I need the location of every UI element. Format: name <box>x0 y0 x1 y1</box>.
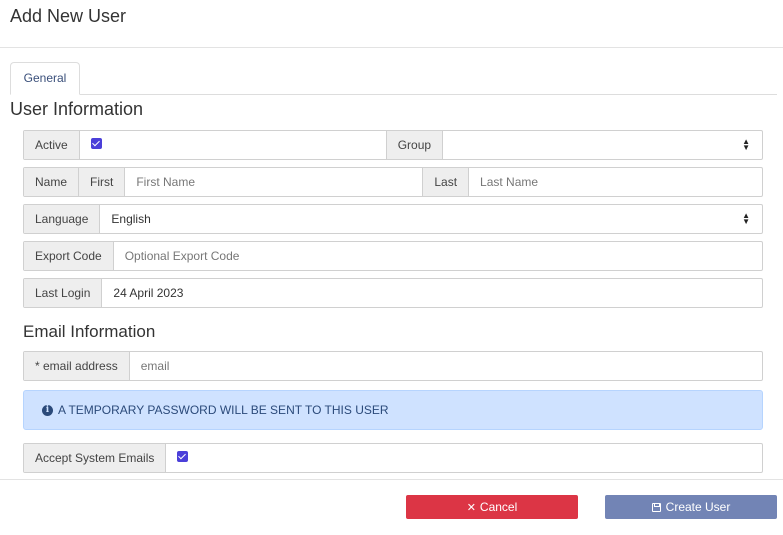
language-label: Language <box>24 205 101 233</box>
info-icon: i <box>42 404 53 416</box>
first-label: First <box>79 168 126 196</box>
export-code-row: Export Code Optional Export Code <box>23 241 763 271</box>
email-input[interactable]: email <box>130 352 762 380</box>
last-name-input[interactable]: Last Name <box>469 168 762 196</box>
sort-arrows-icon: ▲ ▼ <box>742 211 750 226</box>
accept-emails-checkbox[interactable] <box>177 450 189 462</box>
export-code-input[interactable]: Optional Export Code <box>114 242 762 270</box>
active-label: Active <box>24 131 80 159</box>
cancel-button[interactable]: ✕ Cancel <box>406 495 578 519</box>
close-icon: ✕ <box>466 501 476 514</box>
accept-emails-row: Accept System Emails <box>23 443 763 473</box>
dialog-title: Add New User <box>10 6 127 26</box>
first-name-placeholder: First Name <box>136 175 196 189</box>
export-code-placeholder: Optional Export Code <box>124 249 240 263</box>
alert-text: A TEMPORARY PASSWORD WILL BE SENT TO THI… <box>58 403 389 417</box>
create-user-button-label: Create User <box>665 500 731 514</box>
cancel-button-label: Cancel <box>479 500 518 514</box>
title-divider <box>0 47 783 48</box>
temporary-password-alert: i A TEMPORARY PASSWORD WILL BE SENT TO T… <box>23 390 763 430</box>
last-login-value: 24 April 2023 <box>113 286 184 300</box>
export-code-label: Export Code <box>24 242 114 270</box>
group-select[interactable]: ▲ ▼ <box>443 131 762 159</box>
accept-emails-field <box>166 444 762 472</box>
accept-emails-label: Accept System Emails <box>24 444 167 472</box>
last-login-row: Last Login 24 April 2023 <box>23 278 763 308</box>
name-label: Name <box>24 168 80 196</box>
email-label: * email address <box>24 352 130 380</box>
email-placeholder: email <box>140 359 170 373</box>
last-label: Last <box>422 168 470 196</box>
name-row: Name First First Name Last Last Name <box>23 167 763 197</box>
sort-arrows-icon: ▲ ▼ <box>742 137 750 152</box>
tab-bar: General <box>10 62 777 95</box>
active-checkbox[interactable] <box>90 137 102 149</box>
last-login-label: Last Login <box>24 279 103 307</box>
save-icon <box>651 502 661 512</box>
first-name-input[interactable]: First Name <box>125 168 422 196</box>
tab-general[interactable]: General <box>10 62 80 95</box>
last-name-placeholder: Last Name <box>480 175 539 189</box>
email-row: * email address email <box>23 351 763 381</box>
active-field <box>80 131 387 159</box>
language-row: Language English ▲ ▼ <box>23 204 763 234</box>
language-select-value: English <box>111 212 151 226</box>
user-information-heading: User Information <box>10 99 144 119</box>
group-label: Group <box>386 131 444 159</box>
active-group-row: Active Group ▲ ▼ <box>23 130 763 160</box>
language-select[interactable]: English ▲ ▼ <box>100 205 762 233</box>
create-user-button[interactable]: Create User <box>605 495 777 519</box>
footer-divider <box>0 479 783 480</box>
email-information-heading: Email Information <box>23 322 156 341</box>
